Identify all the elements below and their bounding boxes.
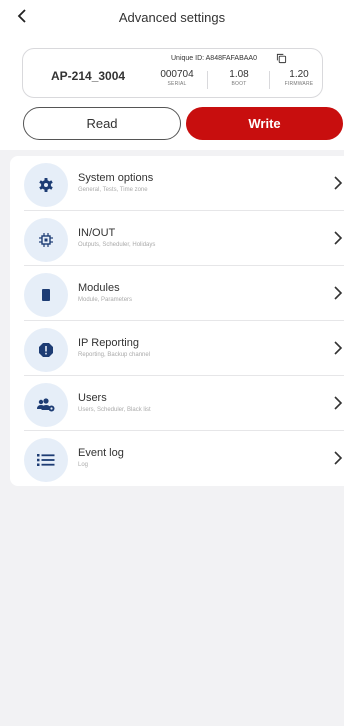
header: Advanced settings AP-214_3004 Unique ID:… bbox=[0, 0, 344, 150]
menu-item-subtitle: Users, Scheduler, Black list bbox=[78, 407, 151, 413]
settings-menu: System options General, Tests, Time zone… bbox=[10, 156, 344, 486]
firmware-value: 1.20 bbox=[289, 69, 309, 80]
chevron-right-icon bbox=[334, 341, 343, 355]
icon-circle bbox=[24, 218, 68, 262]
menu-item-ip-reporting[interactable]: IP Reporting Reporting, Backup channel bbox=[10, 321, 344, 376]
boot-stat: 1.08 BOOT bbox=[219, 69, 259, 87]
page-title: Advanced settings bbox=[118, 10, 226, 25]
boot-label: BOOT bbox=[231, 81, 247, 87]
module-icon bbox=[42, 289, 50, 301]
alert-icon bbox=[39, 343, 53, 357]
menu-item-subtitle: General, Tests, Time zone bbox=[78, 187, 148, 193]
chip-icon bbox=[39, 233, 53, 247]
divider bbox=[207, 71, 208, 89]
read-button[interactable]: Read bbox=[23, 107, 181, 140]
menu-item-system-options[interactable]: System options General, Tests, Time zone bbox=[10, 156, 344, 211]
firmware-stat: 1.20 FIRMWARE bbox=[277, 69, 321, 87]
menu-item-users[interactable]: Users Users, Scheduler, Black list bbox=[10, 376, 344, 431]
icon-circle bbox=[24, 273, 68, 317]
device-model: AP-214_3004 bbox=[51, 69, 126, 83]
menu-item-title: Event log bbox=[78, 447, 124, 459]
menu-item-event-log[interactable]: Event log Log bbox=[10, 431, 344, 486]
icon-circle bbox=[24, 438, 68, 482]
device-info-card: AP-214_3004 Unique ID: A848FAFABAA0 0007… bbox=[22, 48, 323, 98]
divider bbox=[269, 71, 270, 89]
chevron-right-icon bbox=[334, 451, 343, 465]
menu-item-title: System options bbox=[78, 172, 154, 184]
menu-item-in-out[interactable]: IN/OUT Outputs, Scheduler, Holidays bbox=[10, 211, 344, 266]
menu-item-title: Modules bbox=[78, 282, 120, 294]
serial-stat: 000704 SERIAL bbox=[155, 69, 199, 87]
menu-item-modules[interactable]: Modules Module, Parameters bbox=[10, 266, 344, 321]
chevron-right-icon bbox=[334, 286, 343, 300]
chevron-right-icon bbox=[334, 231, 343, 245]
serial-label: SERIAL bbox=[167, 81, 187, 87]
write-button[interactable]: Write bbox=[186, 107, 343, 140]
chevron-right-icon bbox=[334, 176, 343, 190]
users-icon bbox=[37, 398, 55, 412]
firmware-label: FIRMWARE bbox=[284, 81, 314, 87]
serial-value: 000704 bbox=[160, 69, 194, 80]
menu-item-title: IN/OUT bbox=[78, 227, 116, 239]
icon-circle bbox=[24, 163, 68, 207]
gear-icon bbox=[39, 178, 53, 192]
icon-circle bbox=[24, 383, 68, 427]
list-icon bbox=[37, 454, 55, 466]
chevron-right-icon bbox=[334, 396, 343, 410]
boot-value: 1.08 bbox=[229, 69, 249, 80]
menu-item-title: Users bbox=[78, 392, 107, 404]
menu-item-title: IP Reporting bbox=[78, 337, 139, 349]
menu-item-subtitle: Module, Parameters bbox=[78, 297, 133, 303]
menu-item-subtitle: Log bbox=[78, 462, 89, 468]
menu-item-subtitle: Outputs, Scheduler, Holidays bbox=[78, 242, 156, 248]
menu-item-subtitle: Reporting, Backup channel bbox=[78, 352, 151, 358]
copy-icon[interactable] bbox=[276, 53, 287, 64]
unique-id: Unique ID: A848FAFABAA0 bbox=[171, 55, 257, 62]
icon-circle bbox=[24, 328, 68, 372]
